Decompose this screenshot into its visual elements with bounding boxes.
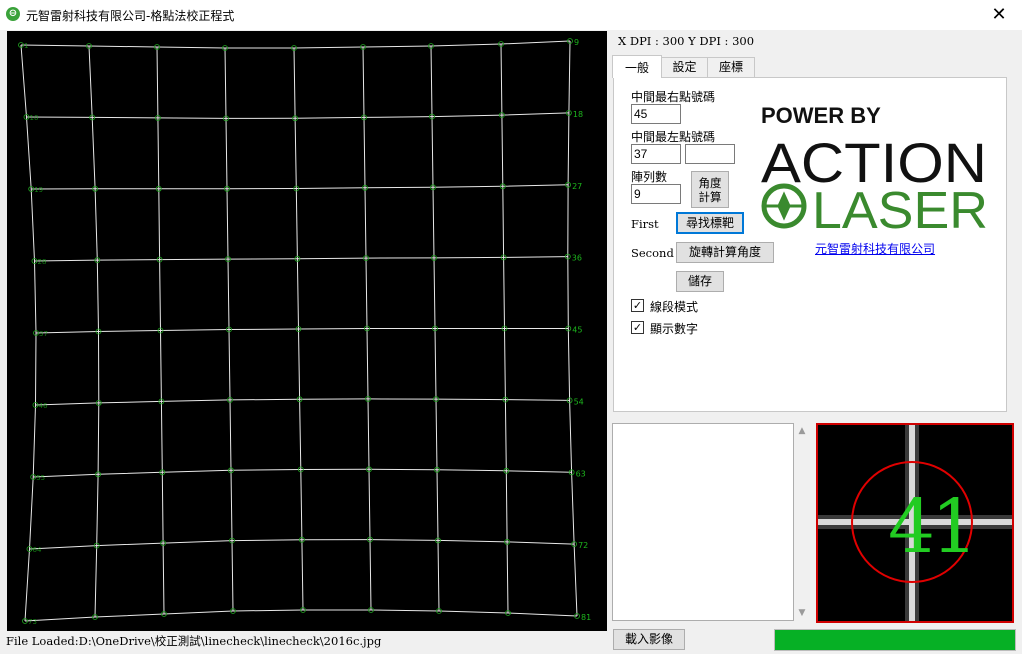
grid-left-point-label: 10 <box>30 114 39 122</box>
close-button[interactable]: ✕ <box>976 0 1022 30</box>
grid-right-point-label: 9 <box>574 38 579 47</box>
grid-right-point-label: 81 <box>581 613 591 622</box>
zoom-point-label: 41 <box>888 484 974 570</box>
line-mode-label: 線段模式 <box>650 300 699 314</box>
save-button[interactable]: 儲存 <box>676 271 724 292</box>
grid-right-point-label: 54 <box>574 397 584 406</box>
power-by-text: POWER BY <box>761 103 881 128</box>
angle-calc-label: 角度計算 <box>698 176 722 204</box>
point-list[interactable] <box>612 423 794 621</box>
grid-left-point-label: 19 <box>34 186 43 194</box>
grid-right-point-label: 27 <box>572 182 582 191</box>
tab-settings[interactable]: 設定 <box>661 57 708 77</box>
grid-right-point-label: 45 <box>572 326 582 335</box>
grid-right-point-label: 63 <box>576 469 586 478</box>
grid-row-line <box>35 328 569 334</box>
angle-calc-button[interactable]: 角度計算 <box>691 171 729 208</box>
window-title: 元智雷射科技有限公司-格點法校正程式 <box>26 9 235 23</box>
grid-left-point-label: 64 <box>33 546 42 554</box>
calibration-grid: 9 1 18 10 27 19 36 28 45 37 54 46 63 55 72 64 81 73 <box>18 38 591 626</box>
grid-right-point-label: 36 <box>572 254 582 263</box>
first-label: First <box>631 217 659 231</box>
load-image-button[interactable]: 載入影像 <box>613 629 685 650</box>
left-point-label: 中間最左點號碼 <box>631 130 716 144</box>
right-point-label: 中間最右點號碼 <box>631 90 716 104</box>
app-icon: ⊖ <box>6 7 20 21</box>
find-target-button[interactable]: 尋找標靶 <box>676 212 744 234</box>
grid-left-point-label: 1 <box>24 42 28 50</box>
tab-general[interactable]: 一般 <box>612 55 662 78</box>
status-text: File Loaded:D:\OneDrive\校正測試\linecheck\l… <box>6 634 382 648</box>
logo-target-icon <box>761 183 807 229</box>
grid-row-line <box>34 256 568 262</box>
grid-left-point-label: 28 <box>38 258 47 266</box>
company-link[interactable]: 元智雷射科技有限公司 <box>815 240 935 257</box>
action-laser-logo: POWER BY ACTION LASER <box>760 98 995 240</box>
progress-fill <box>775 630 1015 650</box>
target-zoom-view: 41 <box>816 423 1014 623</box>
left-point-input[interactable] <box>631 144 681 164</box>
image-viewer[interactable]: 9 1 18 10 27 19 36 28 45 37 54 46 63 55 72 64 81 73 <box>7 31 607 631</box>
grid-row-line <box>20 40 571 49</box>
right-point-input[interactable] <box>631 104 681 124</box>
left-point-extra-input[interactable] <box>685 144 735 164</box>
title-bar: ⊖ 元智雷射科技有限公司-格點法校正程式 ✕ <box>0 0 1022 30</box>
scroll-down-icon[interactable]: ▼ <box>794 605 810 621</box>
array-count-label: 陣列數 <box>631 170 668 184</box>
point-list-scrollbar[interactable]: ▲ ▼ <box>794 423 810 621</box>
progress-bar <box>774 629 1016 651</box>
grid-left-point-label: 37 <box>39 330 48 338</box>
line-mode-checkbox[interactable]: ✓ <box>631 299 644 312</box>
show-numbers-label: 顯示數字 <box>650 322 699 336</box>
dpi-readout: X DPI : 300 Y DPI : 300 <box>618 34 755 48</box>
show-numbers-checkbox[interactable]: ✓ <box>631 321 644 334</box>
grid-left-point-label: 55 <box>36 474 45 482</box>
grid-left-point-label: 73 <box>28 618 37 626</box>
grid-left-point-label: 46 <box>39 402 48 410</box>
grid-row-line <box>31 184 569 190</box>
grid-row-line <box>33 468 572 478</box>
grid-right-point-label: 18 <box>573 110 583 119</box>
second-label: Second <box>631 246 674 260</box>
laser-text: LASER <box>812 182 988 238</box>
rotate-calc-button[interactable]: 旋轉計算角度 <box>676 242 774 263</box>
array-count-input[interactable] <box>631 184 681 204</box>
scroll-up-icon[interactable]: ▲ <box>794 423 810 439</box>
grid-row-line <box>35 398 570 406</box>
grid-right-point-label: 72 <box>578 541 588 550</box>
tab-coordinates[interactable]: 座標 <box>707 57 755 77</box>
